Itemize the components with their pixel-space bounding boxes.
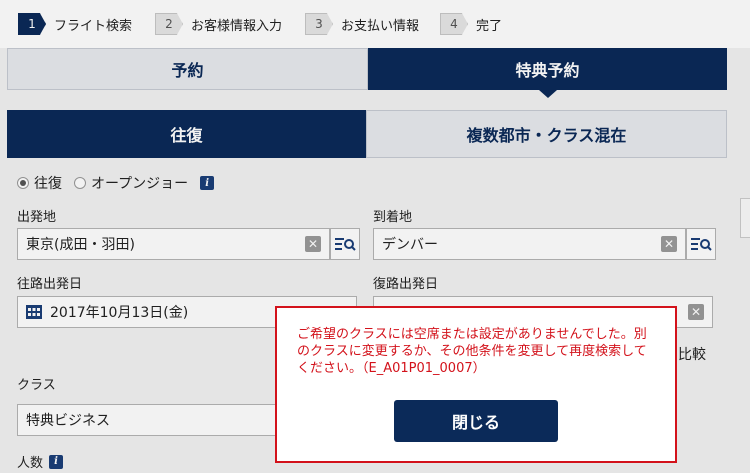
error-dialog: ご希望のクラスには空席または設定がありませんでした。別のクラスに変更するか、その…	[275, 306, 677, 463]
close-button[interactable]: 閉じる	[394, 400, 558, 442]
error-message: ご希望のクラスには空席または設定がありませんでした。別のクラスに変更するか、その…	[297, 327, 647, 376]
